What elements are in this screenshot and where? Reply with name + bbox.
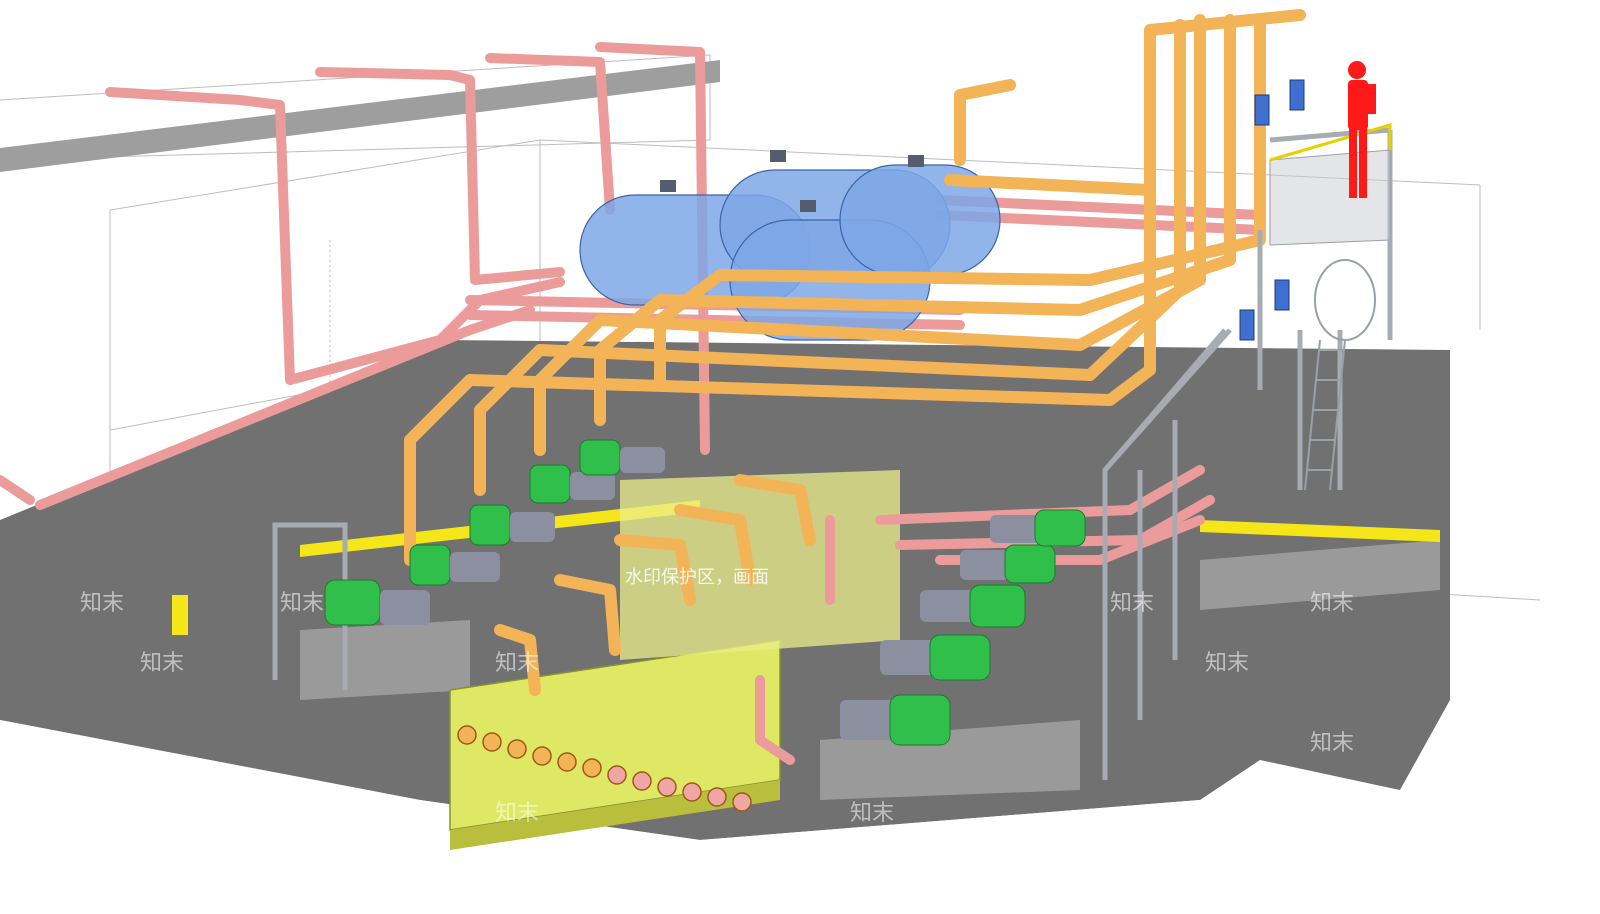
- watermark-tile: 知末: [280, 591, 324, 616]
- watermark-tile: 知末: [495, 801, 539, 826]
- pump-station-3d-diagram: 水印保护区，画面 知末 知末 知末 知末 知末 知末 知末 知末 知末 知末 知…: [0, 9, 1600, 914]
- pump: [880, 634, 991, 681]
- watermark-tile: 知末: [1205, 801, 1249, 826]
- watermark-tile: 知末: [495, 651, 539, 676]
- watermark-tile: 知末: [1310, 731, 1354, 756]
- watermark-tile: 知末: [140, 651, 184, 676]
- watermark-tile: 知末: [140, 801, 184, 826]
- watermark-tile: 知末: [80, 591, 124, 616]
- pump: [990, 509, 1086, 547]
- pump: [840, 694, 951, 746]
- platform: [1269, 149, 1391, 246]
- watermark-tile: 知末: [1205, 651, 1249, 676]
- pump: [960, 544, 1056, 584]
- pump: [920, 584, 1026, 628]
- watermark-tile: 知末: [1110, 591, 1154, 616]
- watermark-tile: 知末: [1310, 591, 1354, 616]
- watermark-banner: 水印保护区，画面: [625, 567, 769, 588]
- watermark-tile: 知末: [850, 801, 894, 826]
